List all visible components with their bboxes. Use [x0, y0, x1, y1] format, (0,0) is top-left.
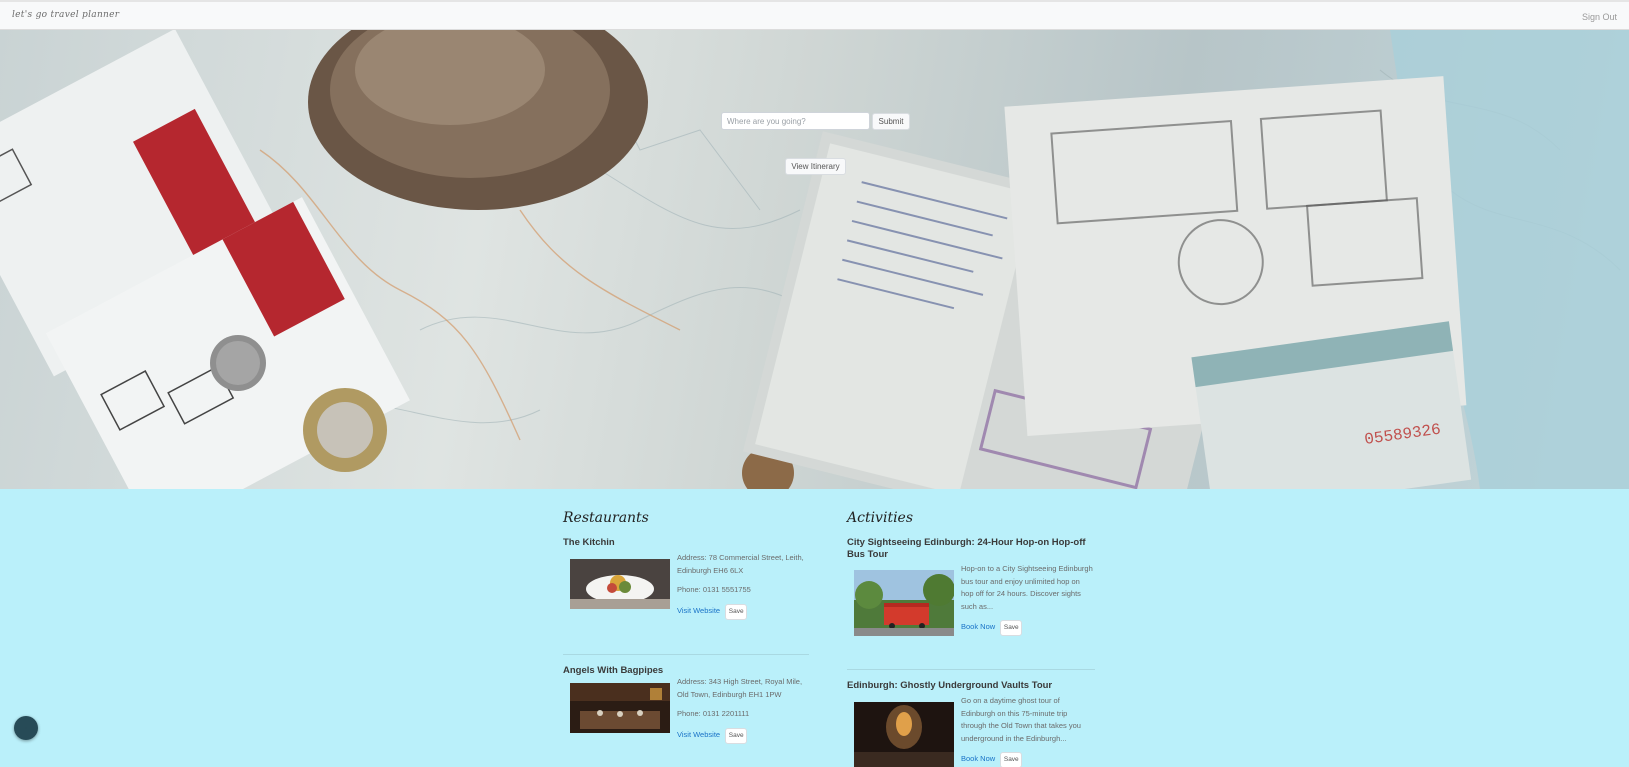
travel-map-background-image: 05589326 [0, 30, 1629, 489]
save-button[interactable]: Save [1000, 752, 1023, 767]
visit-website-link[interactable]: Visit Website [677, 730, 720, 739]
restaurant-address: Address: 78 Commercial Street, Leith, Ed… [677, 553, 804, 575]
activity-card: City Sightseeing Edinburgh: 24-Hour Hop-… [847, 537, 1095, 636]
restaurant-photo [570, 559, 670, 609]
compass-icon [22, 724, 30, 732]
floating-action-button[interactable] [14, 716, 38, 740]
save-button[interactable]: Save [725, 727, 748, 744]
activity-photo [854, 702, 954, 767]
hero-banner: 05589326 Submit View Itinerary [0, 30, 1629, 489]
visit-website-link[interactable]: Visit Website [677, 606, 720, 615]
divider [847, 669, 1095, 670]
divider [563, 654, 809, 655]
restaurant-photo [570, 683, 670, 733]
restaurant-card: The Kitchin Address: 78 Commercial Stree… [563, 537, 809, 620]
book-now-link[interactable]: Book Now [961, 622, 995, 631]
activity-description: Hop-on to a City Sightseeing Edinburgh b… [961, 564, 1093, 611]
activity-name: Edinburgh: Ghostly Underground Vaults To… [847, 680, 1053, 691]
restaurant-name: The Kitchin [563, 537, 615, 548]
brand-logo[interactable]: let's go travel planner [12, 10, 119, 20]
restaurant-phone: Phone: 0131 2201111 [677, 709, 750, 718]
activity-photo [854, 570, 954, 636]
top-navbar: let's go travel planner Sign Out [0, 0, 1629, 30]
sign-out-link[interactable]: Sign Out [1582, 12, 1617, 22]
restaurant-phone: Phone: 0131 5551755 [677, 585, 751, 594]
book-now-link[interactable]: Book Now [961, 754, 995, 763]
activity-description: Go on a daytime ghost tour of Edinburgh … [961, 696, 1081, 743]
save-button[interactable]: Save [1000, 620, 1023, 636]
activities-heading: Activities [847, 510, 914, 526]
save-button[interactable]: Save [725, 603, 748, 620]
submit-button[interactable]: Submit [872, 113, 910, 130]
restaurants-heading: Restaurants [563, 510, 649, 526]
destination-search-input[interactable] [721, 112, 870, 130]
restaurant-card: Angels With Bagpipes Address: 343 High S… [563, 665, 809, 744]
activity-card: Edinburgh: Ghostly Underground Vaults To… [847, 680, 1095, 767]
activity-name: City Sightseeing Edinburgh: 24-Hour Hop-… [847, 537, 1086, 560]
view-itinerary-button[interactable]: View Itinerary [785, 158, 846, 175]
restaurant-address: Address: 343 High Street, Royal Mile, Ol… [677, 677, 803, 699]
